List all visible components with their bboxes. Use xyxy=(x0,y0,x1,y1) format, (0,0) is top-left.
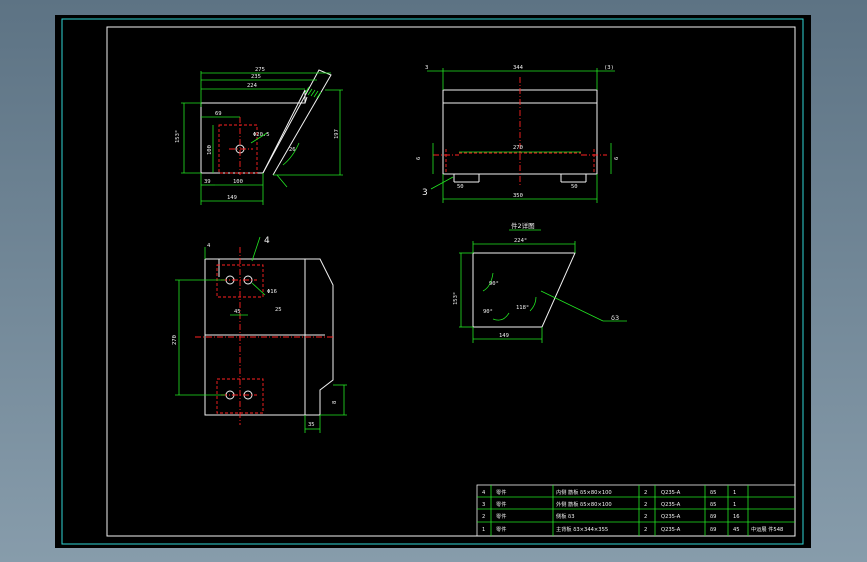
tb-row3-no: 2 xyxy=(482,514,485,520)
dim-text-left-height: 153° xyxy=(175,130,181,143)
tb-row3-thk: δ9 xyxy=(710,514,716,520)
tb-row4-name: 主背板 δ3×344×355 xyxy=(556,525,608,533)
tb-row1-no: 4 xyxy=(482,490,486,496)
dim-text-right-height: 197 xyxy=(334,129,340,139)
dim-text-detail-bottom: 149 xyxy=(499,333,509,339)
dim-text-slot: 26 xyxy=(289,147,296,153)
dim-text-side-foot-left: 50 xyxy=(457,184,464,190)
dim-text-side-foot-right: 50 xyxy=(571,184,578,190)
side-callout-leader xyxy=(430,176,454,190)
tb-row1-thk: δ5 xyxy=(710,490,716,496)
dim-text-inner-left: 100 xyxy=(207,145,213,155)
plan-callout-number: 4 xyxy=(264,236,270,246)
detail-leader xyxy=(540,290,604,322)
dim-text-offset-left: 69 xyxy=(215,111,222,117)
plan-view: 4 4 Φ16 45 25 270 8 35 xyxy=(172,236,347,433)
tb-row4-type: 零件 xyxy=(496,525,506,533)
tb-row2-type: 零件 xyxy=(496,500,506,508)
dim-text-side-left-height: 6 xyxy=(416,157,422,160)
tb-row2-name: 外侧 筋板 δ5×80×100 xyxy=(556,500,612,508)
front-view: 275 235 224 153° 100 197 69 Φ20.5 26 39 … xyxy=(175,67,343,205)
tb-row1-material: Q235-A xyxy=(661,490,681,496)
tb-row2-no: 3 xyxy=(482,502,485,508)
dim-text-top1: 275 xyxy=(255,67,265,73)
dim-leader-foot xyxy=(276,174,288,188)
tb-row2-material: Q235-A xyxy=(661,502,681,508)
tb-row4-no: 1 xyxy=(482,527,485,533)
tb-row2-count: 1 xyxy=(733,502,736,508)
detail-angle-arc-right xyxy=(529,296,537,312)
dim-text-top3: 224 xyxy=(247,83,258,89)
dim-text-plan-corner: 4 xyxy=(207,243,211,249)
plan-callout-leader xyxy=(251,236,261,262)
dim-text-plan-length: 270 xyxy=(172,335,178,345)
dim-text-plan-spacing: 45 xyxy=(234,309,241,315)
dim-text-plan-right: 8 xyxy=(332,401,338,404)
tb-row2-qty: 2 xyxy=(644,502,647,508)
dim-text-side-right-height: 6 xyxy=(614,157,620,160)
tb-row4-qty: 2 xyxy=(644,527,647,533)
tb-row4-material: Q235-A xyxy=(661,527,681,533)
dim-text-bottom-total: 149 xyxy=(227,195,237,201)
dim-text-detail-leader: δ3 xyxy=(611,314,619,322)
dim-text-bottom-left: 39 xyxy=(204,179,211,185)
tb-row3-count: 16 xyxy=(733,514,740,520)
dim-text-detail-angle-bottom: 90° xyxy=(483,309,493,315)
dim-text-detail-angle-left: 90° xyxy=(489,281,499,287)
dim-text-top2: 235 xyxy=(251,74,261,80)
tb-row2-thk: δ5 xyxy=(710,502,716,508)
dim-text-side-top: 344 xyxy=(513,65,524,71)
dim-text-hole-dia: Φ20.5 xyxy=(253,132,270,138)
dim-text-plan-offset: 25 xyxy=(275,307,282,313)
dim-text-plan-bottom: 35 xyxy=(308,422,315,428)
dim-text-side-bottom: 350 xyxy=(513,193,523,199)
sheet-outer-border xyxy=(61,18,804,545)
tb-row1-name: 内侧 筋板 δ5×80×100 xyxy=(556,488,612,496)
dim-text-detail-top: 224° xyxy=(514,238,527,244)
tb-row1-count: 1 xyxy=(733,490,736,496)
front-inclined-panel xyxy=(262,69,332,176)
title-block-frame xyxy=(476,484,796,537)
dim-text-detail-angle-right: 118° xyxy=(516,305,529,311)
tb-row1-type: 零件 xyxy=(496,488,506,496)
tb-row3-name: 侧板 δ3 xyxy=(556,512,575,520)
detail-angle-arc-bottom xyxy=(492,312,510,321)
tb-row3-material: Q235-A xyxy=(661,514,681,520)
drawing-viewport[interactable]: 275 235 224 153° 100 197 69 Φ20.5 26 39 … xyxy=(55,15,811,548)
tb-row3-qty: 2 xyxy=(644,514,647,520)
dim-text-detail-left: 153° xyxy=(453,292,459,305)
tb-row4-thk: δ9 xyxy=(710,527,716,533)
tb-row3-type: 零件 xyxy=(496,512,506,520)
tb-row1-qty: 2 xyxy=(644,490,647,496)
dim-text-side-right-small: (3) xyxy=(604,65,614,71)
side-view: 3 344 (3) 270 6 6 50 50 350 3 xyxy=(416,65,620,203)
dim-text-bottom-mid: 100 xyxy=(233,179,243,185)
dim-text-side-left-small: 3 xyxy=(425,65,428,71)
tb-row4-note: 中运展 件548 xyxy=(751,525,783,533)
detail-view: 件2详图 224° 153° 90° 90° 118° 149 δ3 xyxy=(453,221,627,343)
title-block: 4 零件 内侧 筋板 δ5×80×100 2 Q235-A δ5 1 3 零件 … xyxy=(476,484,796,537)
detail-plate-outline xyxy=(472,252,576,328)
detail-title: 件2详图 xyxy=(511,221,535,230)
cad-drawing: 275 235 224 153° 100 197 69 Φ20.5 26 39 … xyxy=(61,18,804,545)
dim-text-side-inner: 270 xyxy=(513,145,523,151)
dim-text-plan-hole-dia: Φ16 xyxy=(267,289,277,295)
tb-row4-count: 45 xyxy=(733,527,740,533)
side-callout-number: 3 xyxy=(422,188,428,198)
